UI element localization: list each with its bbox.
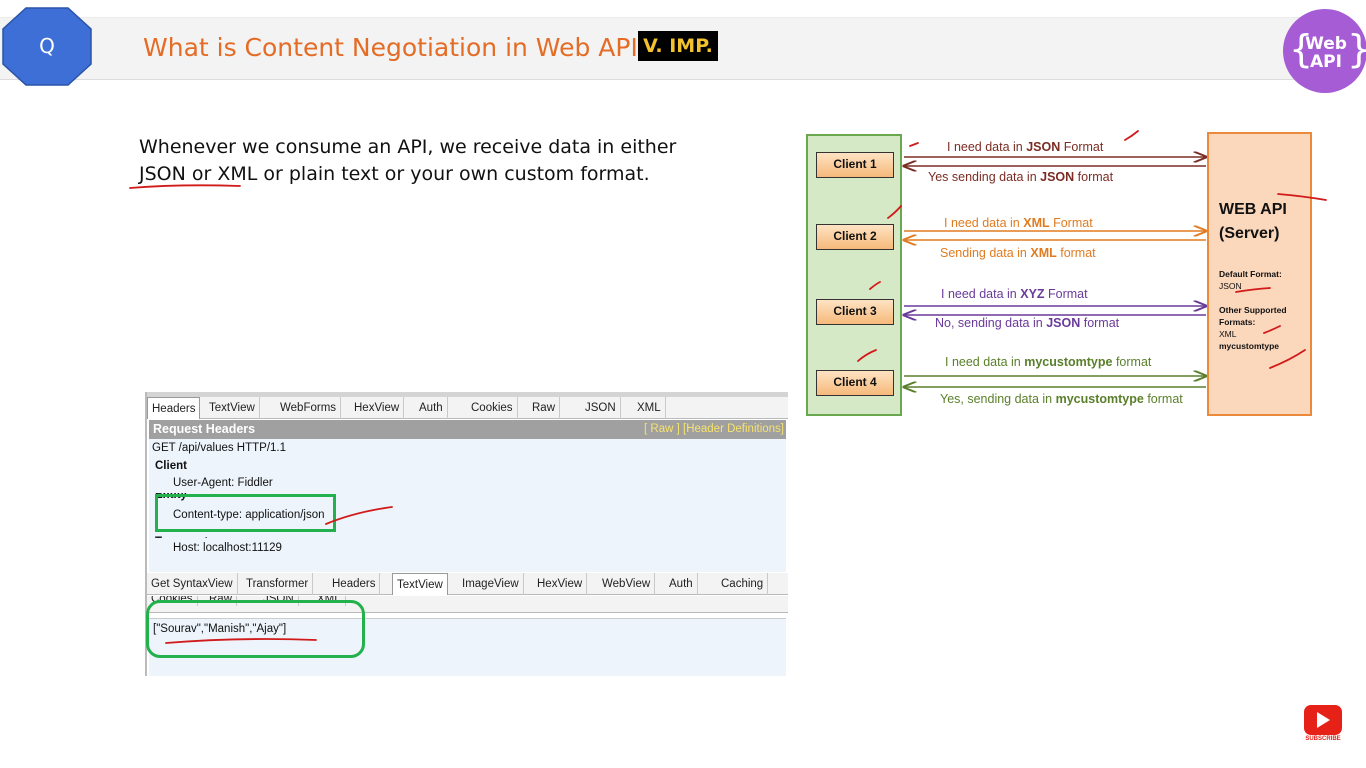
page-title: What is Content Negotiation in Web API?: [143, 33, 652, 62]
search-glyph: Q: [39, 34, 55, 58]
other-formats-label-2: Formats:: [1219, 317, 1256, 327]
message-5: I need data in XYZ Format: [941, 287, 1088, 301]
default-format-label: Default Format:: [1219, 269, 1282, 279]
transport-group-label: Transport: [155, 532, 208, 538]
tab-response-transformer[interactable]: Transformer: [242, 573, 314, 595]
tab-response-webview[interactable]: WebView: [598, 573, 656, 595]
tab-response-syntaxview[interactable]: Get SyntaxView: [147, 573, 238, 595]
header-definition-links[interactable]: [ Raw ] [Header Definitions]: [644, 420, 784, 439]
tab-request-cookies[interactable]: Cookies: [467, 397, 518, 419]
importance-badge: V. IMP.: [638, 31, 718, 61]
web-api-logo: { Web API }: [1283, 9, 1366, 93]
other-formats-label-1: Other Supported: [1219, 305, 1287, 315]
message-2: Yes sending data in JSON format: [928, 170, 1114, 184]
tab-request-auth[interactable]: Auth: [415, 397, 448, 419]
tab-response-auth[interactable]: Auth: [665, 573, 698, 595]
tab-response-imageview[interactable]: ImageView: [458, 573, 524, 595]
tab-request-xml[interactable]: XML: [633, 397, 666, 419]
tab-request-textview[interactable]: TextView: [205, 397, 260, 419]
tab-response-headers[interactable]: Headers: [328, 573, 381, 595]
brace-right-icon: }: [1347, 27, 1366, 71]
message-3: I need data in XML Format: [944, 216, 1093, 230]
youtube-subscribe-button[interactable]: [1304, 705, 1342, 735]
tab-response-textview[interactable]: TextView: [392, 573, 448, 595]
request-headers-bar: Request Headers [ Raw ] [Header Definiti…: [149, 420, 786, 439]
request-tab-row: Headers TextView WebForms HexView Auth C…: [147, 397, 788, 419]
other-format-custom: mycustomtype: [1219, 341, 1279, 351]
message-8: Yes, sending data in mycustomtype format: [940, 392, 1183, 406]
response-tab-row: Get SyntaxView Transformer Headers TextV…: [147, 573, 788, 595]
message-6: No, sending data in JSON format: [935, 316, 1120, 330]
server-box: WEB API (Server) Default Format: JSON Ot…: [1207, 132, 1312, 416]
tab-request-raw[interactable]: Raw: [528, 397, 561, 419]
other-format-xml: XML: [1219, 329, 1237, 339]
client-group-label: Client: [155, 460, 187, 472]
user-agent-header: User-Agent: Fiddler: [173, 477, 273, 489]
intro-text: Whenever we consume an API, we receive d…: [139, 134, 699, 188]
content-negotiation-diagram: Client 1 Client 2 Client 3 Client 4 I ne…: [806, 132, 1316, 422]
message-4: Sending data in XML format: [940, 246, 1096, 260]
play-icon: [1317, 712, 1330, 728]
request-line: GET /api/values HTTP/1.1: [152, 442, 287, 454]
server-title: WEB API (Server): [1219, 201, 1287, 242]
tab-request-hexview[interactable]: HexView: [350, 397, 405, 419]
response-body-highlight: [146, 600, 365, 658]
message-1: I need data in JSON Format: [947, 140, 1104, 154]
tab-request-webforms[interactable]: WebForms: [276, 397, 342, 419]
tab-request-json[interactable]: JSON: [581, 397, 621, 419]
intro-line-1: Whenever we consume an API, we receive d…: [139, 136, 677, 158]
search-button[interactable]: Q: [2, 7, 92, 86]
tab-response-caching[interactable]: Caching: [717, 573, 769, 595]
intro-line-2: JSON or XML or plain text or your own cu…: [139, 163, 650, 185]
logo-line-2: API: [1310, 52, 1342, 72]
message-7: I need data in mycustomtype format: [945, 355, 1152, 369]
content-type-highlight: [155, 494, 336, 532]
subscribe-label: SUBSCRIBE: [1305, 736, 1341, 742]
tab-response-hexview[interactable]: HexView: [533, 573, 588, 595]
host-header: Host: localhost:11129: [173, 542, 282, 554]
logo-line-1: Web: [1305, 34, 1347, 54]
request-headers-title: Request Headers: [153, 422, 256, 436]
tab-request-headers[interactable]: Headers: [147, 397, 201, 419]
default-format-value: JSON: [1219, 281, 1242, 291]
